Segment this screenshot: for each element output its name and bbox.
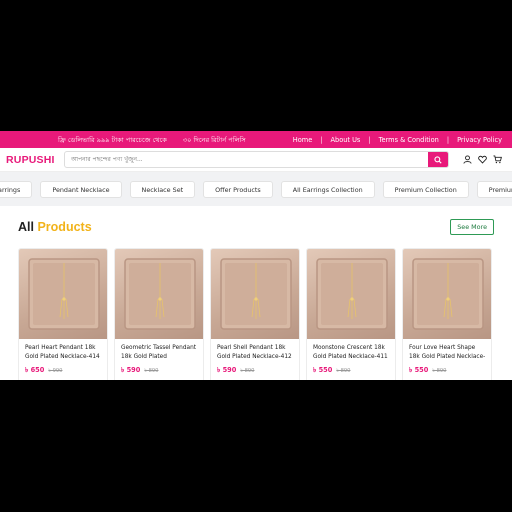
product-old-price: ৳ 890 [336, 368, 351, 374]
search-input[interactable] [65, 156, 428, 163]
category-chip[interactable]: Necklace Set [129, 180, 196, 198]
top-bar: ফ্রি ডেলিভারি ৯৯৯ টাকা পারচেজে থেকে ৩০ দ… [0, 131, 512, 148]
product-name[interactable]: Moonstone Crescent 18k Gold Plated Neckl… [307, 339, 395, 361]
category-chip[interactable]: Offer Products [203, 180, 273, 198]
product-price: ৳ 550 [409, 366, 429, 374]
top-links: Home | About Us | Terms & Condition | Pr… [293, 136, 502, 144]
header: RUPUSHI [0, 148, 512, 172]
product-price-row: ৳ 590 ৳ 890 [115, 361, 203, 376]
category-chip[interactable]: Premium Earrings [476, 180, 512, 198]
product-card[interactable]: Four Love Heart Shape 18k Gold Plated Ne… [402, 248, 492, 380]
product-image[interactable] [403, 249, 491, 339]
product-name[interactable]: Four Love Heart Shape 18k Gold Plated Ne… [403, 339, 491, 361]
category-bar: Earrings Pendant Necklace Necklace Set O… [0, 172, 512, 206]
separator: | [368, 135, 371, 144]
product-name[interactable]: Pearl Heart Pendant 18k Gold Plated Neck… [19, 339, 107, 361]
product-grid: Pearl Heart Pendant 18k Gold Plated Neck… [18, 248, 494, 380]
product-image[interactable] [211, 249, 299, 339]
link-terms[interactable]: Terms & Condition [379, 136, 439, 144]
product-old-price: ৳ 890 [240, 368, 255, 374]
jewelry-box-image [316, 258, 388, 330]
heart-icon[interactable] [478, 155, 487, 164]
link-privacy[interactable]: Privacy Policy [457, 136, 502, 144]
link-about-us[interactable]: About Us [331, 136, 361, 144]
logo[interactable]: RUPUSHI [6, 154, 64, 166]
product-old-price: ৳ 990 [48, 368, 63, 374]
promo-free-delivery: ফ্রি ডেলিভারি ৯৯৯ টাকা পারচেজে থেকে [58, 135, 167, 144]
section-header: All Products See More [18, 206, 494, 248]
promo-return-policy: ৩০ দিনের রিটার্ন পলিসি [182, 135, 246, 144]
product-price-row: ৳ 550 ৳ 890 [403, 361, 491, 376]
product-price: ৳ 650 [25, 366, 45, 374]
section-title-accent: Products [37, 220, 92, 234]
category-chip[interactable]: Earrings [0, 180, 33, 198]
search-button[interactable] [428, 152, 448, 167]
jewelry-box-image [220, 258, 292, 330]
all-products-section: All Products See More Pearl Heart Pendan… [0, 206, 512, 380]
see-more-button[interactable]: See More [450, 219, 494, 235]
jewelry-box-image [28, 258, 100, 330]
product-price: ৳ 590 [121, 366, 141, 374]
cart-icon[interactable] [493, 155, 502, 164]
product-card[interactable]: Pearl Shell Pendant 18k Gold Plated Neck… [210, 248, 300, 380]
product-name[interactable]: Pearl Shell Pendant 18k Gold Plated Neck… [211, 339, 299, 361]
page: ফ্রি ডেলিভারি ৯৯৯ টাকা পারচেজে থেকে ৩০ দ… [0, 131, 512, 380]
product-price-row: ৳ 650 ৳ 990 [19, 361, 107, 376]
product-name[interactable]: Geometric Tassel Pendant 18k Gold Plated… [115, 339, 203, 361]
link-home[interactable]: Home [293, 136, 312, 144]
search-bar [64, 151, 449, 168]
product-old-price: ৳ 890 [432, 368, 447, 374]
jewelry-box-image [412, 258, 484, 330]
jewelry-box-image [124, 258, 196, 330]
user-icon[interactable] [463, 155, 472, 164]
product-image[interactable] [19, 249, 107, 339]
product-image[interactable] [307, 249, 395, 339]
category-chip[interactable]: Premium Collection [382, 180, 469, 198]
separator: | [446, 135, 450, 144]
product-price: ৳ 550 [313, 366, 333, 374]
section-title-main: All [18, 220, 34, 234]
product-old-price: ৳ 890 [144, 368, 159, 374]
category-chip[interactable]: All Earrings Collection [280, 180, 375, 198]
separator: | [320, 135, 323, 144]
search-icon [434, 155, 442, 164]
product-price: ৳ 590 [217, 366, 237, 374]
product-price-row: ৳ 550 ৳ 890 [307, 361, 395, 376]
stage: ফ্রি ডেলিভারি ৯৯৯ টাকা পারচেজে থেকে ৩০ দ… [0, 0, 512, 512]
category-chip[interactable]: Pendant Necklace [40, 180, 122, 198]
product-image[interactable] [115, 249, 203, 339]
product-card[interactable]: Moonstone Crescent 18k Gold Plated Neckl… [306, 248, 396, 380]
section-title: All Products [18, 220, 92, 234]
product-card[interactable]: Geometric Tassel Pendant 18k Gold Plated… [114, 248, 204, 380]
header-icons [463, 155, 506, 164]
product-card[interactable]: Pearl Heart Pendant 18k Gold Plated Neck… [18, 248, 108, 380]
promo-messages: ফ্রি ডেলিভারি ৯৯৯ টাকা পারচেজে থেকে ৩০ দ… [58, 134, 246, 146]
product-price-row: ৳ 590 ৳ 890 [211, 361, 299, 376]
